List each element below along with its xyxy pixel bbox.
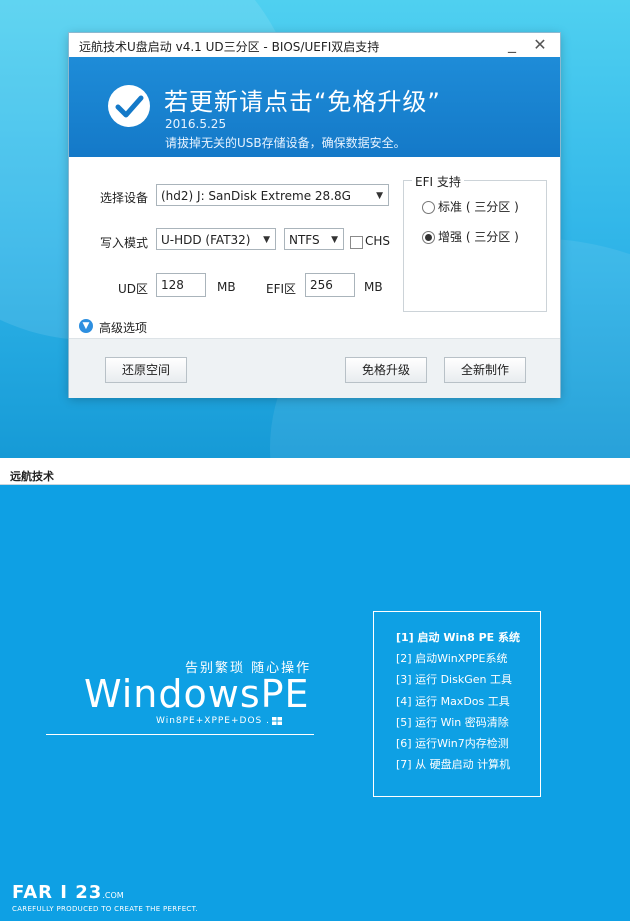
efi-support-group: EFI 支持 标准 ( 三分区 ) 增强 ( 三分区 ): [403, 173, 547, 312]
filesystem-value: NTFS: [289, 233, 320, 247]
write-mode-value: U-HDD (FAT32): [161, 233, 251, 247]
banner-headline: 若更新请点击“免格升级”: [164, 88, 441, 116]
banner-date: 2016.5.25: [165, 117, 227, 131]
check-circle-icon: [108, 85, 150, 127]
chs-label: CHS: [365, 234, 391, 248]
ud-size-value: 128: [161, 278, 184, 292]
chevron-down-icon: ▼: [376, 191, 383, 201]
chs-checkbox[interactable]: [350, 236, 363, 249]
upgrade-button[interactable]: 免格升级: [345, 357, 427, 383]
title-bar: 远航技术U盘启动 v4.1 UD三分区 - BIOS/UEFI双启支持 _ ✕: [69, 33, 560, 58]
pe-title-bar: 远航技术: [0, 464, 630, 485]
device-label: 选择设备: [100, 191, 149, 205]
restore-space-button[interactable]: 还原空间: [105, 357, 187, 383]
pe-boot-screen: 远航技术 告别繁琐 随心操作 WindowsPE Win8PE+XPPE+DOS…: [0, 464, 630, 921]
device-select[interactable]: (hd2) J: SanDisk Extreme 28.8G ▼: [156, 184, 389, 206]
pe-title-text: 远航技术: [10, 470, 54, 483]
far123-logo: FAR I 23.COM: [12, 882, 124, 903]
write-mode-select[interactable]: U-HDD (FAT32) ▼: [156, 228, 276, 250]
efi-size-label: EFI区: [266, 282, 297, 296]
boot-menu-item-diskgen[interactable]: [3] 运行 DiskGen 工具: [396, 671, 512, 687]
logo-underline: [46, 734, 314, 735]
window-title: 远航技术U盘启动 v4.1 UD三分区 - BIOS/UEFI双启支持: [79, 40, 380, 54]
boot-menu-item-boot-hdd[interactable]: [7] 从 硬盘启动 计算机: [396, 756, 510, 772]
efi-standard-radio[interactable]: [422, 201, 435, 214]
far123-tagline: CAREFULLY PRODUCED TO CREATE THE PERFECT…: [12, 905, 198, 913]
ud-size-input[interactable]: 128: [156, 273, 206, 297]
efi-group-title: EFI 支持: [412, 173, 464, 190]
chevron-down-icon: ▼: [263, 235, 270, 245]
button-bar: 还原空间 免格升级 全新制作: [69, 338, 560, 398]
efi-enhanced-label: 增强 ( 三分区 ): [438, 230, 519, 244]
efi-size-unit: MB: [364, 280, 383, 294]
device-select-value: (hd2) J: SanDisk Extreme 28.8G: [161, 189, 351, 203]
minimize-button[interactable]: _: [502, 35, 522, 55]
windowspe-logo: WindowsPE: [84, 672, 310, 716]
update-banner: 若更新请点击“免格升级” 2016.5.25 请拔掉无关的USB存储设备，确保数…: [69, 57, 560, 157]
chevron-down-icon: ▼: [331, 235, 338, 245]
new-build-button[interactable]: 全新制作: [444, 357, 526, 383]
boot-menu-item-memtest[interactable]: [6] 运行Win7内存检测: [396, 735, 509, 751]
write-mode-label: 写入模式: [100, 236, 149, 250]
boot-menu-item-password-clear[interactable]: [5] 运行 Win 密码清除: [396, 714, 509, 730]
filesystem-select[interactable]: NTFS ▼: [284, 228, 344, 250]
boot-menu-item-maxdos[interactable]: [4] 运行 MaxDos 工具: [396, 693, 510, 709]
efi-size-input[interactable]: 256: [305, 273, 355, 297]
windows-icon: [272, 717, 282, 725]
ud-size-unit: MB: [217, 280, 236, 294]
pe-subline: Win8PE+XPPE+DOS .: [156, 716, 270, 726]
banner-notice: 请拔掉无关的USB存储设备，确保数据安全。: [165, 136, 406, 150]
efi-enhanced-radio[interactable]: [422, 231, 435, 244]
efi-size-value: 256: [310, 278, 333, 292]
far123-logo-suffix: .COM: [102, 891, 124, 900]
boot-menu-item-winxppe[interactable]: [2] 启动WinXPPE系统: [396, 650, 508, 666]
efi-standard-label: 标准 ( 三分区 ): [438, 200, 519, 214]
ud-size-label: UD区: [118, 282, 149, 296]
desktop-background-top: 远航技术U盘启动 v4.1 UD三分区 - BIOS/UEFI双启支持 _ ✕ …: [0, 0, 630, 458]
boot-menu-item-win8pe[interactable]: [1] 启动 Win8 PE 系统: [396, 629, 520, 645]
close-button[interactable]: ✕: [530, 35, 550, 55]
app-window: 远航技术U盘启动 v4.1 UD三分区 - BIOS/UEFI双启支持 _ ✕ …: [69, 33, 560, 398]
far123-logo-text: FAR I 23: [12, 882, 103, 903]
chevron-down-circle-icon[interactable]: ▼: [79, 319, 93, 333]
advanced-options-label[interactable]: 高级选项: [99, 319, 147, 336]
boot-menu: [1] 启动 Win8 PE 系统 [2] 启动WinXPPE系统 [3] 运行…: [373, 611, 541, 797]
